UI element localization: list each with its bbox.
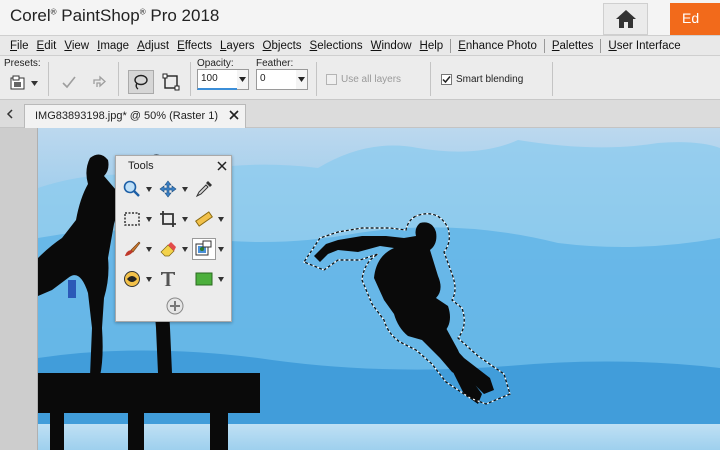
- menu-file[interactable]: File: [6, 40, 33, 52]
- feather-label: Feather:: [256, 58, 294, 69]
- menu-adjust[interactable]: Adjust: [133, 40, 173, 52]
- title-bar: Corel® PaintShop® Pro 2018 Ed: [0, 0, 720, 36]
- chevron-down-icon[interactable]: [182, 187, 188, 192]
- menu-image[interactable]: Image: [93, 40, 133, 52]
- document-tab-bar: IMG83893198.jpg* @ 50% (Raster 1): [0, 100, 720, 128]
- left-palette-strip: [0, 128, 38, 450]
- use-all-layers-checkbox[interactable]: [326, 74, 337, 85]
- menu-layers[interactable]: Layers: [216, 40, 259, 52]
- menu-selections[interactable]: Selections: [306, 40, 367, 52]
- rectangle-select-icon: [162, 73, 180, 91]
- smart-carver-icon: [124, 271, 140, 287]
- menu-help[interactable]: Help: [416, 40, 448, 52]
- chevron-down-icon: [239, 77, 246, 82]
- checkmark-icon: [62, 76, 76, 89]
- app-title: Corel® PaintShop® Pro 2018: [10, 6, 220, 25]
- rectangle-mode-button[interactable]: [158, 70, 184, 94]
- menu-edit[interactable]: Edit: [33, 40, 61, 52]
- chevron-down-icon[interactable]: [218, 217, 224, 222]
- menu-separator: [450, 38, 452, 53]
- toolbar-separator: [316, 62, 317, 96]
- toolbar-separator: [118, 62, 119, 96]
- feather-input[interactable]: 0: [256, 69, 297, 90]
- chevron-down-icon[interactable]: [146, 277, 152, 282]
- paint-brush-tool[interactable]: [120, 238, 144, 260]
- menu-user-interface[interactable]: User Interface: [604, 40, 684, 52]
- tab-scroll-left-button[interactable]: [2, 104, 16, 124]
- smart-blending-checkbox[interactable]: [441, 74, 452, 85]
- shape-tool[interactable]: [192, 268, 216, 290]
- smart-carver-tool[interactable]: [120, 268, 144, 290]
- toolbar-separator: [552, 62, 553, 96]
- undo-arrow-icon: [93, 75, 106, 88]
- eyedropper-tool[interactable]: [192, 178, 216, 200]
- pan-icon: [159, 180, 177, 198]
- straighten-icon: [195, 211, 213, 227]
- selection-tool[interactable]: [120, 208, 144, 230]
- menu-separator: [543, 38, 545, 53]
- shape-rect-icon: [195, 272, 213, 286]
- crop-icon: [160, 211, 176, 227]
- eyedropper-icon: [195, 181, 212, 198]
- eraser-icon: [160, 242, 176, 257]
- document-tab[interactable]: IMG83893198.jpg* @ 50% (Raster 1): [24, 104, 246, 128]
- chevron-down-icon[interactable]: [218, 277, 224, 282]
- toolbar-separator: [190, 62, 191, 96]
- tool-options-bar: Presets: Opacity: 100 Feather: 0 Use all…: [0, 56, 720, 100]
- chevron-down-icon[interactable]: [218, 247, 224, 252]
- freehand-lasso-button[interactable]: [128, 70, 154, 94]
- chevron-down-icon[interactable]: [146, 247, 152, 252]
- edit-workspace-tab[interactable]: Ed: [670, 3, 720, 35]
- chevron-down-icon[interactable]: [182, 217, 188, 222]
- selection-rect-icon: [124, 212, 140, 226]
- opacity-input[interactable]: 100: [197, 69, 238, 90]
- presets-dropdown[interactable]: [10, 72, 40, 94]
- use-all-layers-label: Use all layers: [341, 74, 402, 85]
- eraser-tool[interactable]: [156, 238, 180, 260]
- close-icon[interactable]: [228, 109, 240, 121]
- zoom-tool[interactable]: [120, 178, 144, 200]
- checkmark-icon: [442, 76, 451, 84]
- menu-bar: File Edit View Image Adjust Effects Laye…: [0, 36, 720, 56]
- chevron-down-icon: [298, 77, 305, 82]
- text-icon: [161, 272, 175, 286]
- chevron-down-icon[interactable]: [182, 247, 188, 252]
- chevron-down-icon: [31, 80, 38, 86]
- feather-dropdown[interactable]: [296, 69, 308, 90]
- home-icon: [615, 10, 636, 28]
- opacity-dropdown[interactable]: [237, 69, 249, 90]
- menu-objects[interactable]: Objects: [259, 40, 306, 52]
- menu-window[interactable]: Window: [367, 40, 416, 52]
- close-icon[interactable]: [217, 161, 227, 171]
- straighten-tool[interactable]: [192, 208, 216, 230]
- toolbar-separator: [48, 62, 49, 96]
- presets-label: Presets:: [4, 58, 41, 69]
- add-tool-icon[interactable]: [166, 297, 184, 315]
- zoom-icon: [123, 180, 140, 197]
- chevron-down-icon[interactable]: [146, 187, 152, 192]
- undo-selection-button[interactable]: [86, 70, 112, 94]
- menu-effects[interactable]: Effects: [173, 40, 216, 52]
- menu-separator: [600, 38, 602, 53]
- object-extractor-tool[interactable]: [192, 238, 216, 260]
- menu-palettes[interactable]: Palettes: [548, 40, 598, 52]
- pan-tool[interactable]: [156, 178, 180, 200]
- menu-view[interactable]: View: [60, 40, 93, 52]
- toolbar-separator: [430, 62, 431, 96]
- paintbrush-icon: [125, 241, 141, 256]
- opacity-label: Opacity:: [197, 58, 234, 69]
- smart-blending-label: Smart blending: [456, 74, 524, 85]
- text-tool[interactable]: [156, 268, 180, 290]
- crop-tool[interactable]: [156, 208, 180, 230]
- menu-enhance-photo[interactable]: Enhance Photo: [454, 40, 541, 52]
- object-extractor-icon: [195, 240, 212, 256]
- chevron-down-icon[interactable]: [146, 217, 152, 222]
- lasso-icon: [134, 74, 148, 90]
- apply-button[interactable]: [56, 70, 82, 94]
- tools-palette-title: Tools: [128, 160, 154, 172]
- presets-icon: [10, 75, 25, 90]
- home-button[interactable]: [603, 3, 648, 35]
- chevron-left-icon: [6, 109, 13, 119]
- tools-palette[interactable]: Tools: [115, 155, 232, 322]
